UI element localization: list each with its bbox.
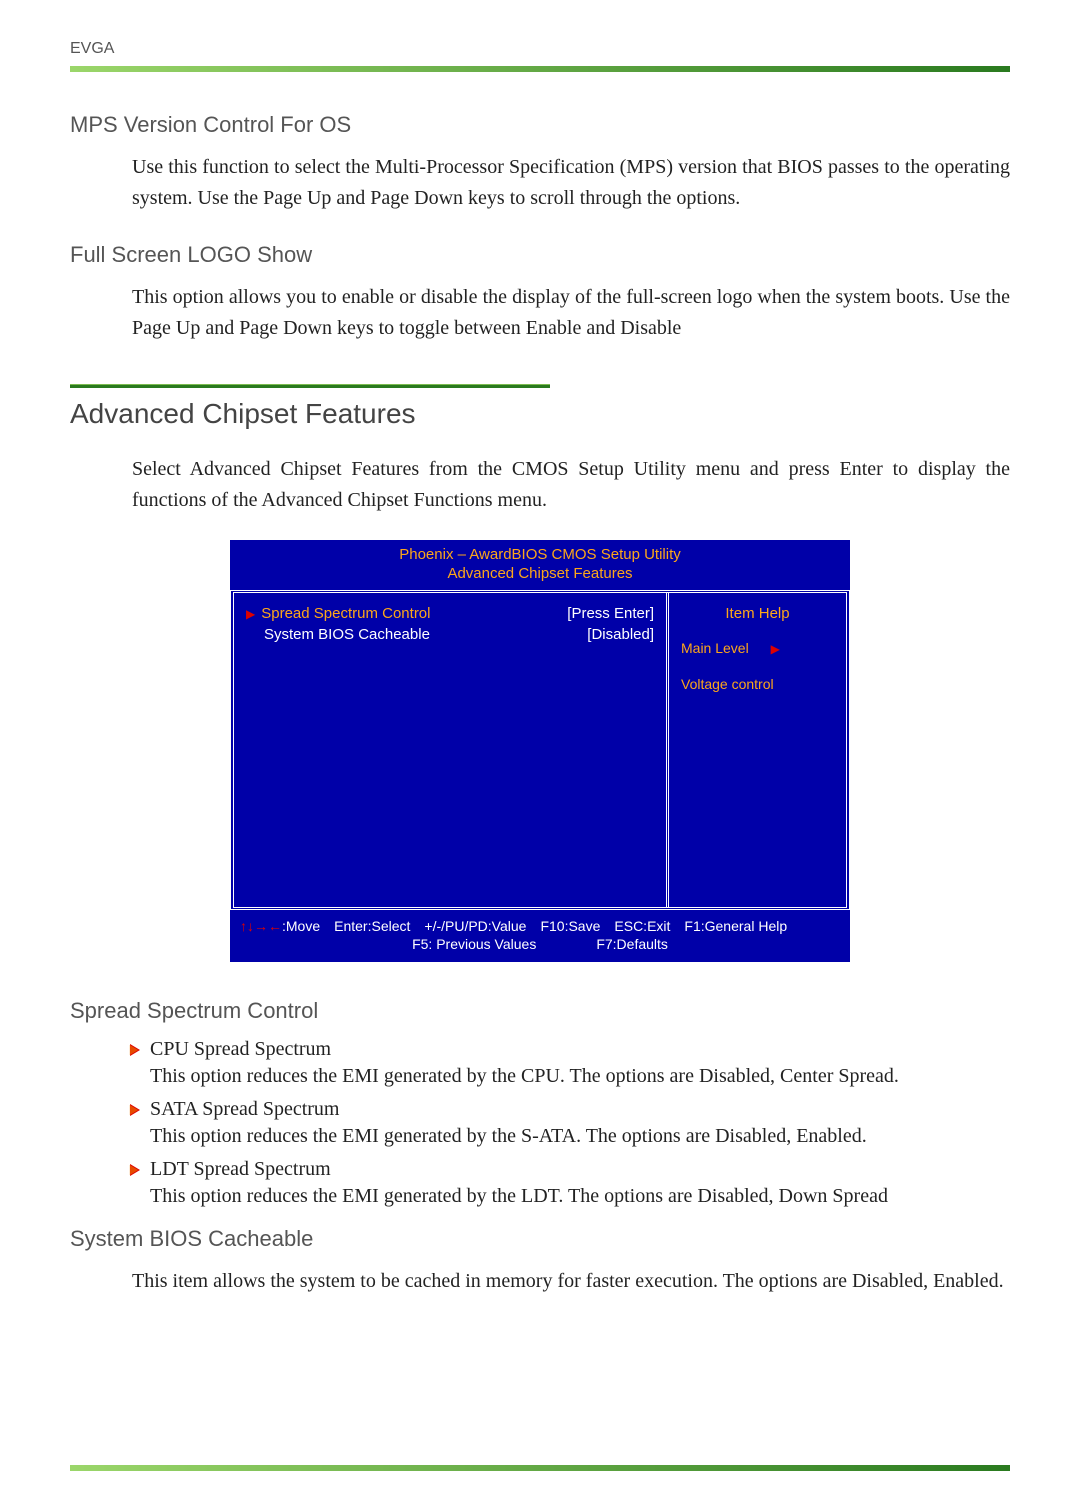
bios-row-label: System BIOS Cacheable [246, 626, 430, 643]
bios-move-label: :Move [282, 918, 320, 934]
bios-row-value: [Disabled] [587, 626, 654, 643]
triangle-icon: ▶ [771, 642, 780, 656]
bios-row-bios-cacheable[interactable]: System BIOS Cacheable [Disabled] [246, 626, 654, 643]
bios-help-panel: Item Help Main Level ▶ Voltage control [666, 593, 846, 907]
bullet-ldt-spread: LDT Spread Spectrum This option reduces … [132, 1158, 1010, 1208]
bios-enter-label: Enter:Select [334, 918, 410, 934]
bullet-head: CPU Spread Spectrum [132, 1038, 1010, 1061]
section-body-logo: This option allows you to enable or disa… [132, 282, 1010, 344]
bios-row-spread-spectrum[interactable]: Spread Spectrum Control [Press Enter] [246, 605, 654, 622]
bullet-head-text: LDT Spread Spectrum [150, 1158, 331, 1180]
section-title-logo: Full Screen LOGO Show [70, 242, 1010, 268]
bullet-head: LDT Spread Spectrum [132, 1158, 1010, 1181]
arrows-icon: ↑↓→← [240, 918, 282, 934]
bios-voltage-control: Voltage control [681, 676, 834, 692]
bullet-head-text: CPU Spread Spectrum [150, 1038, 331, 1060]
bullet-body: This option reduces the EMI generated by… [150, 1125, 1010, 1148]
bios-left-panel: Spread Spectrum Control [Press Enter] Sy… [234, 593, 666, 907]
bullet-head: SATA Spread Spectrum [132, 1098, 1010, 1121]
section-underline [70, 384, 550, 388]
brand-label: EVGA [70, 40, 1010, 58]
bios-f10-label: F10:Save [540, 918, 600, 934]
bullet-cpu-spread: CPU Spread Spectrum This option reduces … [132, 1038, 1010, 1088]
bios-row-label: Spread Spectrum Control [246, 605, 430, 622]
bullet-sata-spread: SATA Spread Spectrum This option reduces… [132, 1098, 1010, 1148]
section-title-mps: MPS Version Control For OS [70, 112, 1010, 138]
bios-f5-label: F5: Previous Values [412, 936, 536, 952]
bios-title-line1: Phoenix – AwardBIOS CMOS Setup Utility [230, 540, 850, 565]
bios-main-level: Main Level ▶ [681, 640, 834, 656]
bios-f7-label: F7:Defaults [596, 936, 668, 952]
bullet-head-text: SATA Spread Spectrum [150, 1098, 340, 1120]
section-body-sbc: This item allows the system to be cached… [132, 1266, 1010, 1297]
bios-esc-label: ESC:Exit [614, 918, 670, 934]
section-body-mps: Use this function to select the Multi-Pr… [132, 152, 1010, 214]
bios-main-level-label: Main Level [681, 640, 749, 656]
bullet-body: This option reduces the EMI generated by… [150, 1185, 1010, 1208]
bullet-body: This option reduces the EMI generated by… [150, 1065, 1010, 1088]
bios-title-line2: Advanced Chipset Features [230, 565, 850, 590]
top-divider [70, 66, 1010, 72]
section-title-ssc: Spread Spectrum Control [70, 998, 1010, 1024]
bios-main-panel: Spread Spectrum Control [Press Enter] Sy… [230, 590, 850, 910]
bottom-divider [70, 1465, 1010, 1471]
bios-help-title: Item Help [681, 605, 834, 622]
bios-footer-row1: ↑↓→←:Move Enter:Select +/-/PU/PD:Value F… [240, 918, 840, 934]
bios-row-value: [Press Enter] [567, 605, 654, 622]
bios-footer: ↑↓→←:Move Enter:Select +/-/PU/PD:Value F… [230, 910, 850, 962]
section-title-acf: Advanced Chipset Features [70, 398, 1010, 430]
bios-f1-label: F1:General Help [684, 918, 787, 934]
section-title-sbc: System BIOS Cacheable [70, 1226, 1010, 1252]
section-intro-acf: Select Advanced Chipset Features from th… [132, 454, 1010, 516]
bios-pupd-label: +/-/PU/PD:Value [424, 918, 526, 934]
bios-screenshot: Phoenix – AwardBIOS CMOS Setup Utility A… [230, 540, 850, 962]
bios-footer-row2: F5: Previous Values F7:Defaults [240, 936, 840, 952]
